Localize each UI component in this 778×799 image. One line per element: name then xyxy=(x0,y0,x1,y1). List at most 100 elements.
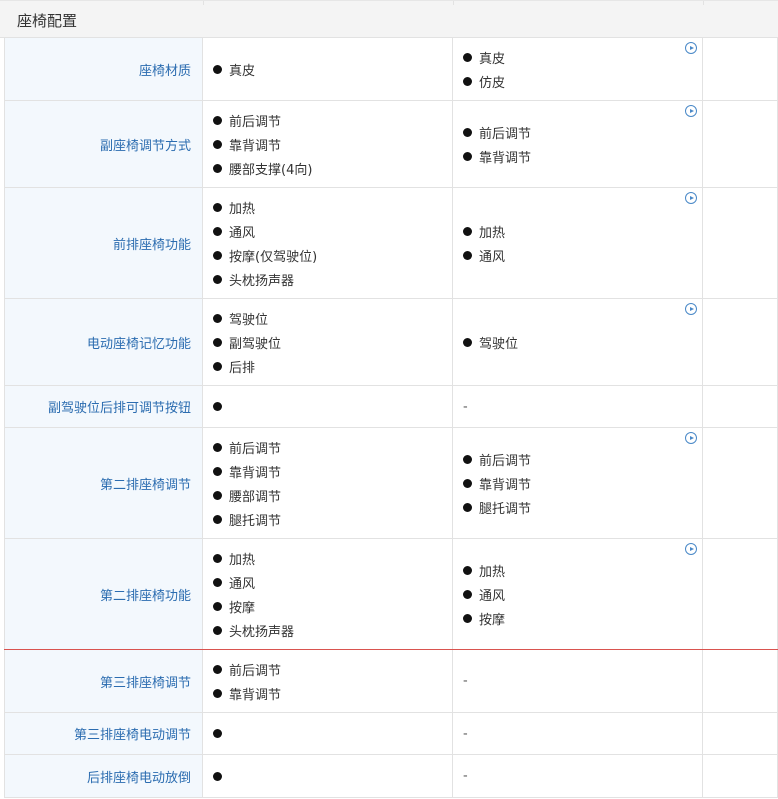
row-label-cell: 座椅材质 xyxy=(4,38,203,100)
list-item: 前后调节 xyxy=(463,120,531,144)
list-item-text: 加热 xyxy=(229,552,256,568)
table-row: 副驾驶位后排可调节按钮 - xyxy=(4,386,778,428)
list-item: 靠背调节 xyxy=(213,132,312,156)
list-item: 靠背调节 xyxy=(463,471,531,495)
bullet-dot-icon xyxy=(463,226,472,236)
value-list: 真皮 xyxy=(213,57,255,81)
list-item: 靠背调节 xyxy=(213,459,281,483)
list-item-text: 加热 xyxy=(479,564,506,580)
list-item-text: 真皮 xyxy=(229,63,256,79)
list-item-text: 真皮 xyxy=(479,51,506,67)
value-list: 加热通风 按摩 xyxy=(463,558,505,630)
value-cell-2: 前后调节靠背调节 xyxy=(453,101,703,187)
play-circle-icon[interactable] xyxy=(685,543,697,555)
value-cell-3 xyxy=(703,755,778,797)
row-label-cell: 第三排座椅调节 xyxy=(4,650,203,712)
value-cell-3 xyxy=(703,713,778,754)
play-circle-icon[interactable] xyxy=(685,303,697,315)
bullet-dot-icon xyxy=(213,601,222,611)
bullet-dot-icon xyxy=(213,163,222,173)
value-cell-2: - xyxy=(453,713,703,754)
bullet-dot-icon xyxy=(463,250,472,260)
list-item-text: 靠背调节 xyxy=(479,150,532,166)
list-item-text: 通风 xyxy=(229,576,256,592)
list-item: 按摩 xyxy=(463,606,505,630)
bullet-dot-icon xyxy=(213,64,222,74)
value-cell-2: 前后调节 靠背调节 腿托调节 xyxy=(453,428,703,538)
empty-value-dash: - xyxy=(463,399,468,414)
bullet-dot-icon xyxy=(213,466,222,476)
play-circle-icon[interactable] xyxy=(685,42,697,54)
table-row: 第二排座椅功能 加热 通风 按摩 头枕扬声器 加热 通风 按摩 xyxy=(4,539,778,650)
list-item-text: 通风 xyxy=(229,225,256,241)
value-list: 前后调节 靠背调节 腰部调节 腿托调节 xyxy=(213,435,281,531)
list-item: 腿托调节 xyxy=(213,507,281,531)
row-label-cell: 副座椅调节方式 xyxy=(4,101,203,187)
value-list: 加热通风按摩(仅驾驶位) 头枕扬声器 xyxy=(213,195,317,291)
header-divider xyxy=(703,1,704,5)
value-cell-3 xyxy=(703,650,778,712)
list-item-text: 驾驶位 xyxy=(479,336,519,352)
value-cell-2: 加热 通风 xyxy=(453,188,703,298)
row-label: 第二排座椅调节 xyxy=(99,477,191,493)
play-circle-icon[interactable] xyxy=(685,192,697,204)
value-cell-1 xyxy=(203,713,453,754)
value-list: 前后调节靠背调节 腰部支撑(4向) xyxy=(213,108,312,180)
bullet-dot-icon xyxy=(213,274,222,284)
list-item: 通风 xyxy=(213,570,294,594)
bullet-dot-icon xyxy=(213,139,222,149)
header-divider xyxy=(203,1,204,5)
bullet-dot-icon xyxy=(213,115,222,125)
play-circle-icon[interactable] xyxy=(685,105,697,117)
table-row: 座椅材质 真皮 真皮 仿皮 xyxy=(4,38,778,101)
bullet-dot-icon xyxy=(213,402,222,411)
row-label: 前排座椅功能 xyxy=(112,237,191,253)
bullet-dot-icon xyxy=(213,337,222,347)
list-item: 腰部支撑(4向) xyxy=(213,156,312,180)
play-circle-icon[interactable] xyxy=(685,432,697,444)
list-item: 靠背调节 xyxy=(463,144,531,168)
row-label-cell: 后排座椅电动放倒 xyxy=(4,755,203,797)
list-item: 真皮 xyxy=(463,45,505,69)
row-label-cell: 前排座椅功能 xyxy=(4,188,203,298)
value-list: 加热 通风 按摩 头枕扬声器 xyxy=(213,546,294,642)
list-item-text: 仿皮 xyxy=(479,75,506,91)
bullet-dot-icon xyxy=(463,337,472,347)
row-label: 第三排座椅调节 xyxy=(99,675,191,691)
row-label: 第三排座椅电动调节 xyxy=(73,728,191,743)
bullet-dot-icon xyxy=(213,577,222,587)
list-item-text: 腰部调节 xyxy=(229,489,282,505)
bullet-dot-icon xyxy=(213,490,222,500)
value-list xyxy=(213,395,229,419)
list-item: 通风 xyxy=(463,582,505,606)
list-item: 加热 xyxy=(213,195,317,219)
value-cell-1 xyxy=(203,386,453,427)
row-label-cell: 电动座椅记忆功能 xyxy=(4,299,203,385)
value-cell-3 xyxy=(703,101,778,187)
list-item-text: 前后调节 xyxy=(229,114,282,130)
empty-value-dash: - xyxy=(463,673,468,689)
value-cell-2: - xyxy=(453,755,703,797)
value-cell-2: 加热通风 按摩 xyxy=(453,539,703,649)
bullet-dot-icon xyxy=(213,361,222,371)
value-list xyxy=(213,722,229,746)
section-title: 座椅配置 xyxy=(17,12,78,30)
value-cell-1: 前后调节靠背调节 xyxy=(203,650,453,712)
list-item: 按摩(仅驾驶位) xyxy=(213,243,317,267)
value-list: 加热 通风 xyxy=(463,219,505,267)
value-list: 驾驶位 xyxy=(463,330,518,354)
list-item: 靠背调节 xyxy=(213,681,281,705)
list-item-text: 前后调节 xyxy=(229,663,282,679)
list-item-text: 靠背调节 xyxy=(229,465,282,481)
value-cell-3 xyxy=(703,539,778,649)
bullet-dot-icon xyxy=(213,442,222,452)
bullet-dot-icon xyxy=(463,52,472,62)
list-item: 头枕扬声器 xyxy=(213,267,317,291)
value-cell-3 xyxy=(703,428,778,538)
list-item: 加热 xyxy=(463,219,505,243)
value-cell-1: 加热 通风 按摩 头枕扬声器 xyxy=(203,539,453,649)
list-item-text: 按摩 xyxy=(229,600,256,616)
table-row: 副座椅调节方式 前后调节 靠背调节 腰部支撑(4向) 前后调节 靠背调节 xyxy=(4,101,778,188)
bullet-dot-icon xyxy=(463,454,472,464)
bullet-dot-icon xyxy=(213,226,222,236)
